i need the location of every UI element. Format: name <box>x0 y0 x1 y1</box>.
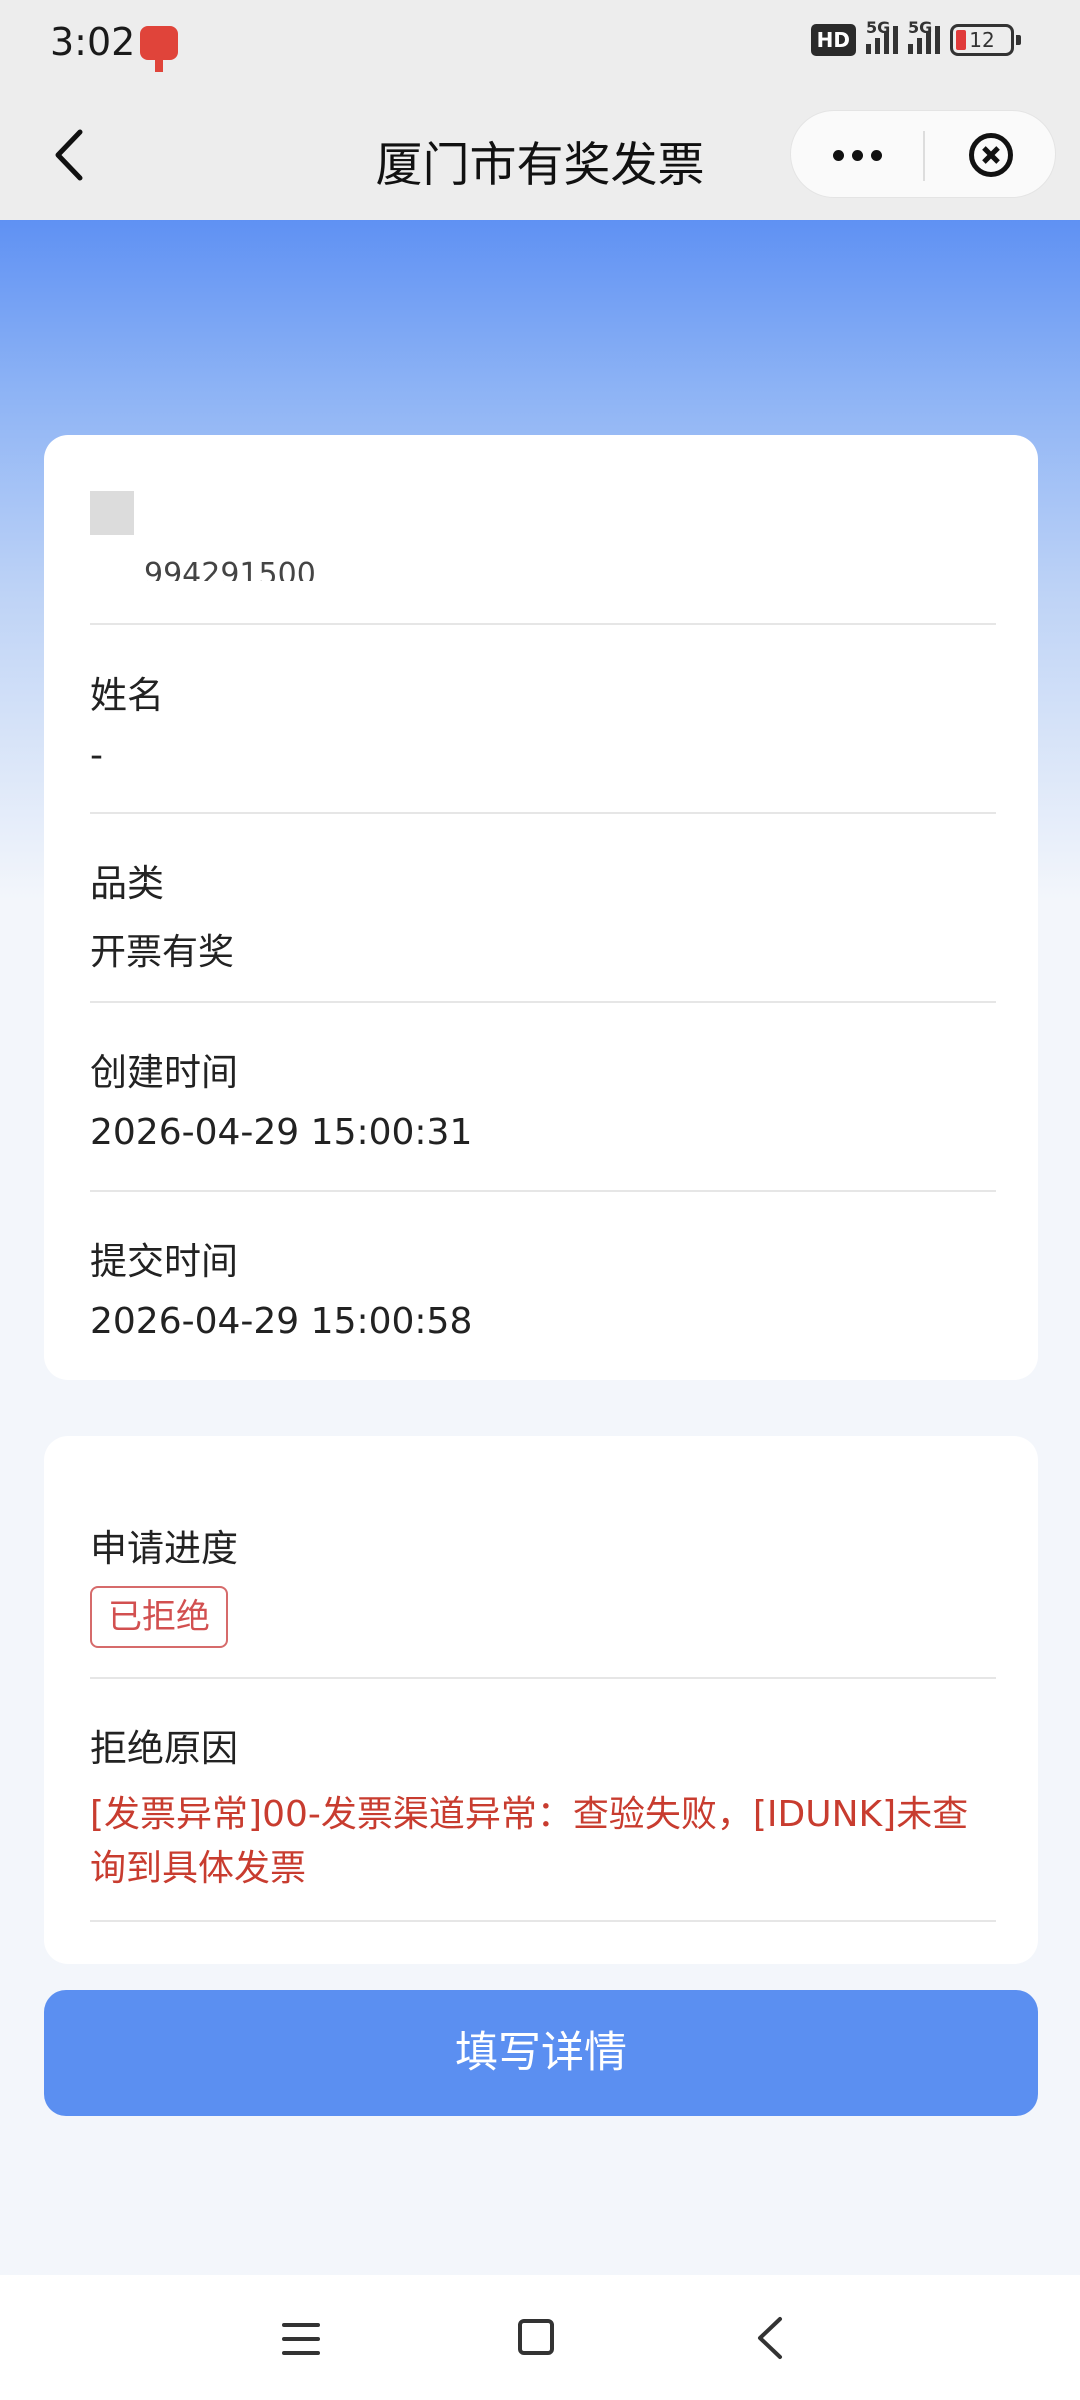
status-time: 3:02 <box>50 20 136 64</box>
mini-program-capsule <box>790 110 1056 198</box>
divider <box>90 1190 996 1192</box>
home-icon[interactable] <box>518 2319 554 2355</box>
divider <box>90 623 996 625</box>
more-dots-icon <box>832 149 844 161</box>
hd-voice-badge: HD <box>810 24 856 56</box>
field-value-category: 开票有奖 <box>90 932 235 973</box>
divider <box>90 1001 996 1003</box>
field-label-submitted: 提交时间 <box>90 1240 238 1283</box>
status-indicators: HD 5G 5G 12 <box>810 18 1021 56</box>
signal-icon: 5G <box>866 18 898 54</box>
field-label-created: 创建时间 <box>90 1051 238 1094</box>
divider <box>90 1677 996 1679</box>
reject-reason-text: [发票异常]00-发票渠道异常：查验失败，[IDUNK]未查询到具体发票 <box>90 1794 969 1889</box>
battery-icon: 12 <box>950 24 1021 56</box>
menu-icon[interactable] <box>282 2323 320 2355</box>
network-type-label-2: 5G <box>908 18 933 37</box>
field-label-category: 品类 <box>90 862 164 905</box>
status-badge: 已拒绝 <box>90 1586 228 1648</box>
progress-label: 申请进度 <box>90 1527 238 1570</box>
masked-id-text: 994291500 <box>144 557 316 581</box>
progress-card: 申请进度 已拒绝 拒绝原因 [发票异常]00-发票渠道异常：查验失败，[IDUN… <box>44 1436 1038 1964</box>
more-button[interactable] <box>791 111 923 199</box>
field-value-name: - <box>90 735 103 776</box>
notification-app-icon <box>140 26 178 72</box>
capsule-divider <box>923 131 925 181</box>
divider <box>90 1920 996 1922</box>
field-value-created: 2026-04-29 15:00:31 <box>90 1112 473 1153</box>
status-bar: 3:02 HD 5G 5G 12 <box>0 0 1080 90</box>
field-label-name: 姓名 <box>90 674 164 717</box>
network-type-label: 5G <box>866 18 891 37</box>
nav-bar: 厦门市有奖发票 <box>0 90 1080 220</box>
info-card: 994291500 姓名 - 品类 开票有奖 创建时间 2026-04-29 1… <box>44 435 1038 1380</box>
system-nav-bar <box>0 2275 1080 2400</box>
system-back-icon[interactable] <box>752 2315 788 2361</box>
signal-icon-2: 5G <box>908 18 940 54</box>
fill-details-button[interactable]: 填写详情 <box>44 1990 1038 2116</box>
close-icon[interactable] <box>969 133 1013 177</box>
masked-image <box>90 491 134 535</box>
reason-label: 拒绝原因 <box>90 1727 238 1770</box>
field-value-submitted: 2026-04-29 15:00:58 <box>90 1301 473 1342</box>
divider <box>90 812 996 814</box>
